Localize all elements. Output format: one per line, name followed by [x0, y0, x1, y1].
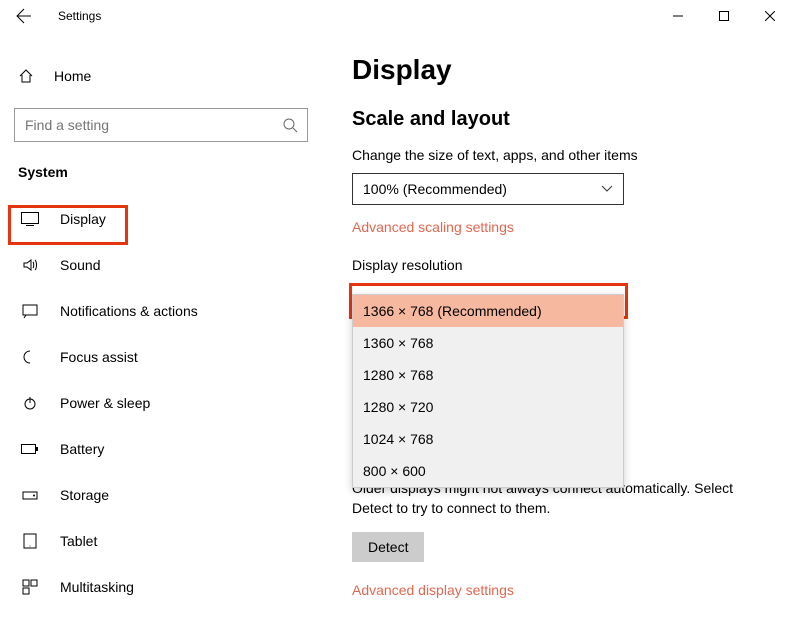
nav-label: Power & sleep — [60, 395, 150, 411]
battery-icon — [18, 443, 42, 455]
resolution-option[interactable]: 1280 × 720 — [353, 391, 623, 423]
nav-item-storage[interactable]: Storage — [14, 472, 330, 518]
sidebar: Home System Display Sound Notifications — [0, 32, 330, 621]
storage-icon — [18, 487, 42, 503]
resolution-option[interactable]: 1024 × 768 — [353, 423, 623, 455]
chevron-down-icon — [601, 185, 613, 193]
advanced-scaling-link[interactable]: Advanced scaling settings — [352, 219, 771, 235]
resolution-dropdown-open: 1366 × 768 (Recommended) 1360 × 768 1280… — [352, 294, 624, 488]
nav-item-tablet[interactable]: Tablet — [14, 518, 330, 564]
resolution-label: Display resolution — [352, 257, 771, 273]
home-icon — [14, 68, 38, 84]
nav-label: Multitasking — [60, 579, 134, 595]
search-box[interactable] — [14, 108, 308, 142]
sound-icon — [18, 257, 42, 273]
scale-label: Change the size of text, apps, and other… — [352, 147, 771, 163]
nav-label: Battery — [60, 441, 104, 457]
nav-label: Notifications & actions — [60, 303, 198, 319]
multitasking-icon — [18, 579, 42, 595]
advanced-display-link[interactable]: Advanced display settings — [352, 582, 771, 598]
minimize-button[interactable] — [655, 0, 701, 32]
nav-item-display[interactable]: Display — [14, 196, 330, 242]
nav-item-notifications[interactable]: Notifications & actions — [14, 288, 330, 334]
page-heading: Display — [352, 54, 771, 86]
nav-label: Display — [60, 211, 106, 227]
close-button[interactable] — [747, 0, 793, 32]
search-icon — [273, 117, 307, 133]
tablet-icon — [18, 533, 42, 549]
back-button[interactable] — [8, 0, 40, 32]
nav-label: Storage — [60, 487, 109, 503]
nav-list: Display Sound Notifications & actions Fo… — [14, 196, 330, 610]
nav-label: Sound — [60, 257, 100, 273]
search-input[interactable] — [15, 117, 273, 133]
nav-item-battery[interactable]: Battery — [14, 426, 330, 472]
maximize-button[interactable] — [701, 0, 747, 32]
scale-dropdown[interactable]: 100% (Recommended) — [352, 173, 624, 205]
resolution-option[interactable]: 800 × 600 — [353, 455, 623, 487]
nav-label: Tablet — [60, 533, 97, 549]
content-pane: Display Scale and layout Change the size… — [330, 32, 793, 621]
home-nav[interactable]: Home — [14, 56, 330, 96]
section-heading: Scale and layout — [352, 108, 771, 131]
display-icon — [18, 212, 42, 226]
window-title: Settings — [58, 9, 101, 23]
nav-item-multitasking[interactable]: Multitasking — [14, 564, 330, 610]
notifications-icon — [18, 303, 42, 319]
resolution-option[interactable]: 1366 × 768 (Recommended) — [353, 295, 623, 327]
nav-item-sound[interactable]: Sound — [14, 242, 330, 288]
detect-button[interactable]: Detect — [352, 532, 424, 562]
nav-item-focus[interactable]: Focus assist — [14, 334, 330, 380]
focus-icon — [18, 349, 42, 365]
power-icon — [18, 395, 42, 411]
resolution-option[interactable]: 1280 × 768 — [353, 359, 623, 391]
resolution-option[interactable]: 1360 × 768 — [353, 327, 623, 359]
title-bar: Settings — [0, 0, 793, 32]
scale-value: 100% (Recommended) — [363, 181, 507, 197]
nav-item-power[interactable]: Power & sleep — [14, 380, 330, 426]
nav-label: Focus assist — [60, 349, 138, 365]
category-heading: System — [14, 164, 330, 180]
home-label: Home — [54, 68, 91, 84]
